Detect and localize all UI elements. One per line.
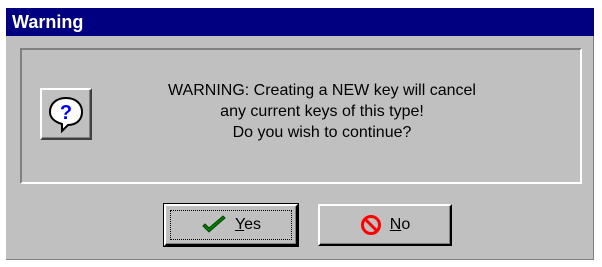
message-panel: ? WARNING: Creating a NEW key will cance… xyxy=(20,48,582,184)
message-line-1: WARNING: Creating a NEW key will cancel xyxy=(168,82,476,99)
no-button-label: No xyxy=(389,216,411,233)
window-title: Warning xyxy=(12,12,84,32)
message-line-3: Do you wish to continue? xyxy=(232,124,412,141)
no-button[interactable]: No xyxy=(318,204,452,246)
yes-button[interactable]: Yes xyxy=(163,203,299,247)
message-line-2: any current keys of this type! xyxy=(220,103,424,120)
prohibited-icon xyxy=(360,215,381,235)
warning-message: WARNING: Creating a NEW key will cancel … xyxy=(112,80,532,143)
question-icon: ? xyxy=(40,88,92,140)
checkmark-icon xyxy=(202,215,226,233)
title-bar[interactable]: Warning xyxy=(6,8,594,36)
yes-button-label: Yes xyxy=(234,216,262,233)
warning-dialog: Warning ? WARNING: Creating a NEW key wi… xyxy=(6,8,594,260)
svg-text:?: ? xyxy=(60,102,72,124)
